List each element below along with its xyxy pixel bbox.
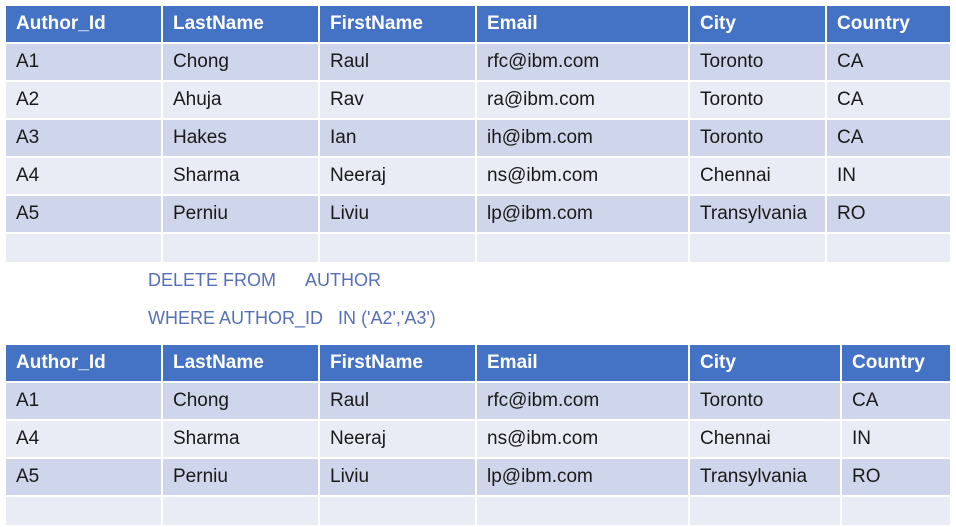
cell-lastname: Sharma (161, 156, 320, 196)
cell-lastname: Sharma (161, 419, 320, 459)
cell-firstname: Raul (318, 381, 477, 421)
table-header-row: Author_Id LastName FirstName Email City … (4, 343, 952, 383)
cell-country: RO (825, 194, 952, 234)
cell-country: IN (840, 419, 952, 459)
cell-author-id: A2 (4, 80, 163, 120)
empty-cell (161, 495, 320, 527)
cell-email: ns@ibm.com (475, 156, 690, 196)
empty-cell (475, 232, 690, 264)
table-empty-row (4, 232, 952, 264)
cell-email: ns@ibm.com (475, 419, 690, 459)
empty-cell (318, 232, 477, 264)
column-header-lastname: LastName (161, 343, 320, 383)
author-table-before: Author_Id LastName FirstName Email City … (4, 4, 952, 264)
cell-lastname: Chong (161, 381, 320, 421)
cell-country: IN (825, 156, 952, 196)
cell-lastname: Perniu (161, 457, 320, 497)
column-header-firstname: FirstName (318, 4, 477, 44)
cell-firstname: Neeraj (318, 156, 477, 196)
cell-lastname: Perniu (161, 194, 320, 234)
cell-author-id: A1 (4, 381, 163, 421)
cell-email: lp@ibm.com (475, 457, 690, 497)
cell-firstname: Raul (318, 42, 477, 82)
cell-country: CA (825, 42, 952, 82)
cell-country: CA (825, 80, 952, 120)
empty-cell (475, 495, 690, 527)
table-header-row: Author_Id LastName FirstName Email City … (4, 4, 952, 44)
table-row: A1 Chong Raul rfc@ibm.com Toronto CA (4, 42, 952, 82)
empty-cell (4, 495, 163, 527)
empty-cell (840, 495, 952, 527)
table-empty-row (4, 495, 952, 527)
column-header-city: City (688, 4, 827, 44)
cell-city: Toronto (688, 42, 827, 82)
cell-email: ih@ibm.com (475, 118, 690, 158)
cell-email: rfc@ibm.com (475, 381, 690, 421)
empty-cell (4, 232, 163, 264)
cell-city: Toronto (688, 118, 827, 158)
column-header-firstname: FirstName (318, 343, 477, 383)
cell-author-id: A3 (4, 118, 163, 158)
sql-delete-line: DELETE FROM AUTHOR (148, 270, 382, 290)
empty-cell (688, 495, 842, 527)
sql-where-line: WHERE AUTHOR_ID IN ('A2','A3') (148, 308, 436, 328)
empty-cell (161, 232, 320, 264)
table-row: A4 Sharma Neeraj ns@ibm.com Chennai IN (4, 156, 952, 196)
cell-firstname: Ian (318, 118, 477, 158)
cell-firstname: Liviu (318, 457, 477, 497)
cell-email: lp@ibm.com (475, 194, 690, 234)
table-row: A5 Perniu Liviu lp@ibm.com Transylvania … (4, 457, 952, 497)
column-header-country: Country (840, 343, 952, 383)
column-header-author-id: Author_Id (4, 4, 163, 44)
table-row: A2 Ahuja Rav ra@ibm.com Toronto CA (4, 80, 952, 120)
cell-city: Transylvania (688, 194, 827, 234)
cell-country: RO (840, 457, 952, 497)
cell-country: CA (825, 118, 952, 158)
cell-author-id: A4 (4, 419, 163, 459)
cell-firstname: Neeraj (318, 419, 477, 459)
table-row: A3 Hakes Ian ih@ibm.com Toronto CA (4, 118, 952, 158)
cell-lastname: Ahuja (161, 80, 320, 120)
column-header-email: Email (475, 4, 690, 44)
cell-country: CA (840, 381, 952, 421)
table-row: A1 Chong Raul rfc@ibm.com Toronto CA (4, 381, 952, 421)
cell-author-id: A5 (4, 457, 163, 497)
cell-firstname: Liviu (318, 194, 477, 234)
author-table-after: Author_Id LastName FirstName Email City … (4, 343, 952, 527)
table-row: A5 Perniu Liviu lp@ibm.com Transylvania … (4, 194, 952, 234)
cell-email: rfc@ibm.com (475, 42, 690, 82)
column-header-lastname: LastName (161, 4, 320, 44)
cell-city: Chennai (688, 156, 827, 196)
cell-email: ra@ibm.com (475, 80, 690, 120)
cell-city: Chennai (688, 419, 842, 459)
empty-cell (318, 495, 477, 527)
cell-author-id: A4 (4, 156, 163, 196)
cell-author-id: A1 (4, 42, 163, 82)
column-header-author-id: Author_Id (4, 343, 163, 383)
cell-author-id: A5 (4, 194, 163, 234)
cell-city: Transylvania (688, 457, 842, 497)
column-header-email: Email (475, 343, 690, 383)
empty-cell (825, 232, 952, 264)
cell-lastname: Chong (161, 42, 320, 82)
cell-lastname: Hakes (161, 118, 320, 158)
table-row: A4 Sharma Neeraj ns@ibm.com Chennai IN (4, 419, 952, 459)
column-header-country: Country (825, 4, 952, 44)
cell-firstname: Rav (318, 80, 477, 120)
cell-city: Toronto (688, 80, 827, 120)
cell-city: Toronto (688, 381, 842, 421)
column-header-city: City (688, 343, 842, 383)
empty-cell (688, 232, 827, 264)
